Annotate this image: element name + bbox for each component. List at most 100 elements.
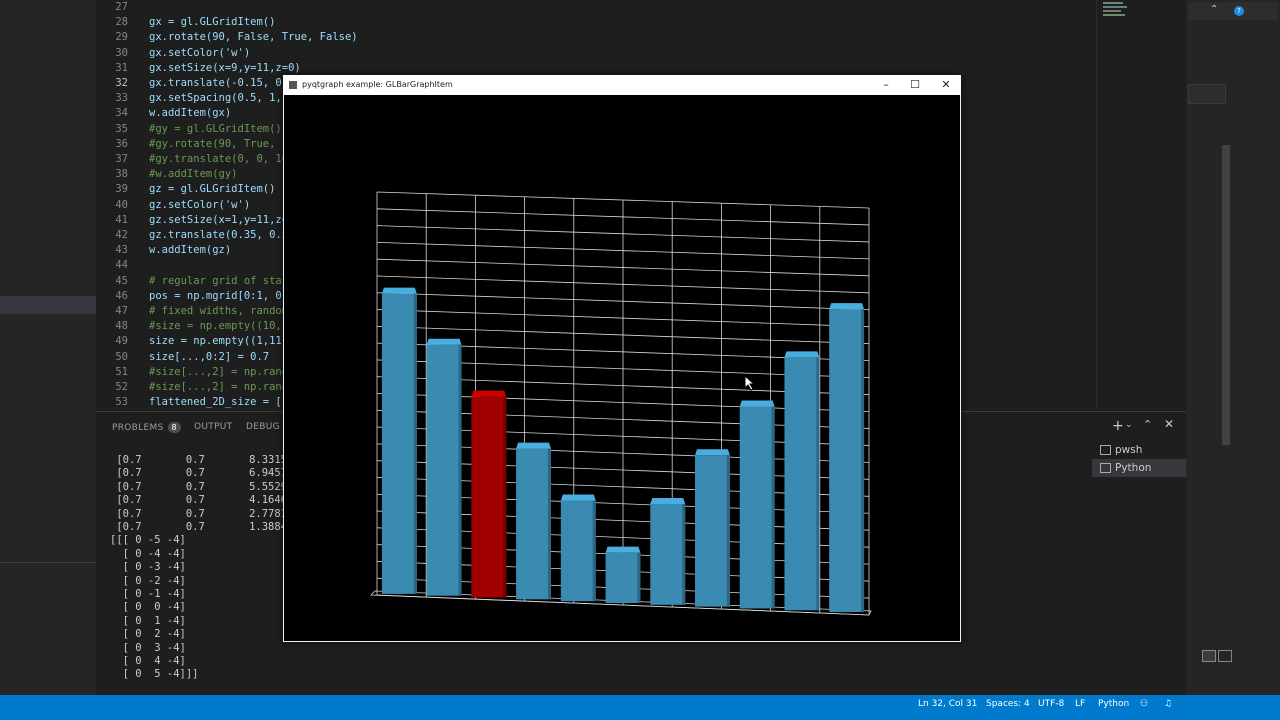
side-bar-divider xyxy=(0,562,96,563)
terminal-line: [0.7 0.7 4.1646 xyxy=(110,494,288,507)
pyqtgraph-window[interactable]: pyqtgraph example: GLBarGraphItem – ☐ ✕ xyxy=(283,75,961,642)
line-number: 41 xyxy=(115,213,128,226)
line-number: 53 xyxy=(115,396,128,409)
close-panel-icon[interactable]: ✕ xyxy=(1164,417,1174,431)
bar-top xyxy=(605,546,641,553)
line-number: 39 xyxy=(115,183,128,196)
bar-side xyxy=(592,500,596,602)
status-bar: Ln 32, Col 31 Spaces: 4 UTF-8 LF Python … xyxy=(0,695,1280,720)
chevron-up-icon[interactable]: ⌃ xyxy=(1210,4,1218,15)
minimap[interactable] xyxy=(1096,0,1185,410)
tab-output[interactable]: OUTPUT xyxy=(194,422,232,432)
tab-problems[interactable]: PROBLEMS 8 xyxy=(112,422,181,433)
line-number: 42 xyxy=(115,229,128,241)
side-bar xyxy=(0,0,96,695)
bar-side xyxy=(816,357,820,611)
close-button[interactable]: ✕ xyxy=(931,75,961,95)
bar-side xyxy=(413,293,417,594)
code-text: #gy.translate(0, 0, 10 xyxy=(149,153,289,165)
bar-side xyxy=(861,309,865,613)
feedback-icon[interactable]: ⚇ xyxy=(1140,695,1148,713)
status-indentation[interactable]: Spaces: 4 xyxy=(986,695,1030,713)
panel-toggle-icon[interactable] xyxy=(1218,650,1232,662)
line-number: 44 xyxy=(115,259,128,272)
code-text: gx.rotate(90, False, True, False) xyxy=(149,31,358,44)
problems-count-badge: 8 xyxy=(167,422,181,433)
bar-side xyxy=(637,552,641,603)
line-number: 29 xyxy=(115,31,128,44)
line-number: 32 xyxy=(115,77,128,89)
bell-icon[interactable]: ♫ xyxy=(1164,695,1172,713)
terminal-line: [0.7 0.7 8.3315 xyxy=(110,454,288,466)
app-icon xyxy=(289,81,297,89)
terminal-line: [ 0 -4 -4] xyxy=(110,547,186,560)
line-number: 31 xyxy=(115,61,128,74)
line-number: 30 xyxy=(115,46,128,59)
bar-graph-scene xyxy=(370,191,872,616)
secondary-sidebar: ⌃ ? xyxy=(1186,0,1280,695)
status-cursor-position[interactable]: Ln 32, Col 31 xyxy=(918,695,977,713)
terminal-item-python[interactable]: Python xyxy=(1092,459,1186,477)
terminal-line: [ 0 0 -4] xyxy=(110,601,186,614)
line-number: 47 xyxy=(115,305,128,317)
code-text: size = np.empty((1,11, xyxy=(149,335,289,348)
tab-problems-label: PROBLEMS xyxy=(112,423,164,433)
minimap-preview xyxy=(1103,2,1127,16)
bar-front xyxy=(695,455,730,607)
terminal-line: [0.7 0.7 6.9457 xyxy=(110,467,288,480)
scrollbar[interactable] xyxy=(1222,145,1230,445)
code-text: #size = np.empty((10,1 xyxy=(149,320,289,333)
status-language[interactable]: Python xyxy=(1098,695,1129,713)
line-number: 36 xyxy=(115,137,128,150)
code-text: flattened_2D_size = [( xyxy=(149,396,289,409)
line-number: 52 xyxy=(115,381,128,393)
bar-front xyxy=(784,357,820,611)
line-number: 35 xyxy=(115,122,128,135)
bar-top xyxy=(471,390,507,397)
code-text: gz.setSize(x=1,y=11,z= xyxy=(149,213,289,226)
terminal-line: [ 0 5 -4]]] xyxy=(110,668,199,681)
add-terminal-icon[interactable]: + xyxy=(1112,418,1124,434)
line-number: 48 xyxy=(115,320,128,333)
bar-side xyxy=(503,396,507,598)
bar-top xyxy=(695,449,730,456)
terminal-line: [ 0 3 -4] xyxy=(110,641,186,654)
window-title-bar[interactable]: pyqtgraph example: GLBarGraphItem – ☐ ✕ xyxy=(283,75,961,95)
chevron-down-icon[interactable]: ⌄ xyxy=(1125,420,1133,430)
bar-front xyxy=(560,500,596,602)
bar-side xyxy=(458,344,462,596)
mouse-cursor xyxy=(744,375,756,391)
code-text: #gy = gl.GLGridItem() xyxy=(149,122,282,135)
bar-top xyxy=(829,303,865,310)
bar-side xyxy=(547,448,551,600)
terminal-icon xyxy=(1100,445,1111,455)
minimize-button[interactable]: – xyxy=(871,75,901,95)
bar-front xyxy=(381,293,417,594)
line-number: 38 xyxy=(115,168,128,181)
bar-top xyxy=(560,494,596,501)
maximize-panel-icon[interactable]: ⌃ xyxy=(1143,418,1152,431)
terminal-line: [ 0 -2 -4] xyxy=(110,574,186,587)
line-number: 51 xyxy=(115,365,128,378)
find-widget[interactable]: ⌃ ? xyxy=(1188,2,1278,20)
help-icon[interactable]: ? xyxy=(1234,6,1244,16)
code-text: #gy.rotate(90, True, F xyxy=(149,137,289,150)
bar-top xyxy=(784,351,820,358)
terminal-line: [ 0 4 -4] xyxy=(110,655,186,667)
code-text: gz.translate(0.35, 0.3 xyxy=(149,229,289,241)
maximize-button[interactable]: ☐ xyxy=(900,75,930,95)
status-encoding[interactable]: UTF-8 xyxy=(1038,695,1064,713)
layout-icon[interactable] xyxy=(1202,650,1216,662)
search-box[interactable] xyxy=(1188,84,1226,104)
bar-front xyxy=(605,552,641,603)
terminal-line: [ 0 -3 -4] xyxy=(110,561,186,574)
bar-top xyxy=(650,497,686,504)
status-eol[interactable]: LF xyxy=(1075,695,1085,713)
terminal-item-pwsh[interactable]: pwsh xyxy=(1092,441,1186,459)
code-text: pos = np.mgrid[0:1, 0: xyxy=(149,289,289,302)
code-text: gz = gl.GLGridItem() xyxy=(149,183,276,196)
terminal-line: [[[ 0 -5 -4] xyxy=(110,534,186,547)
selected-explorer-row[interactable] xyxy=(0,296,96,314)
gl-view[interactable] xyxy=(284,95,960,641)
code-text: w.addItem(gx) xyxy=(149,107,232,120)
